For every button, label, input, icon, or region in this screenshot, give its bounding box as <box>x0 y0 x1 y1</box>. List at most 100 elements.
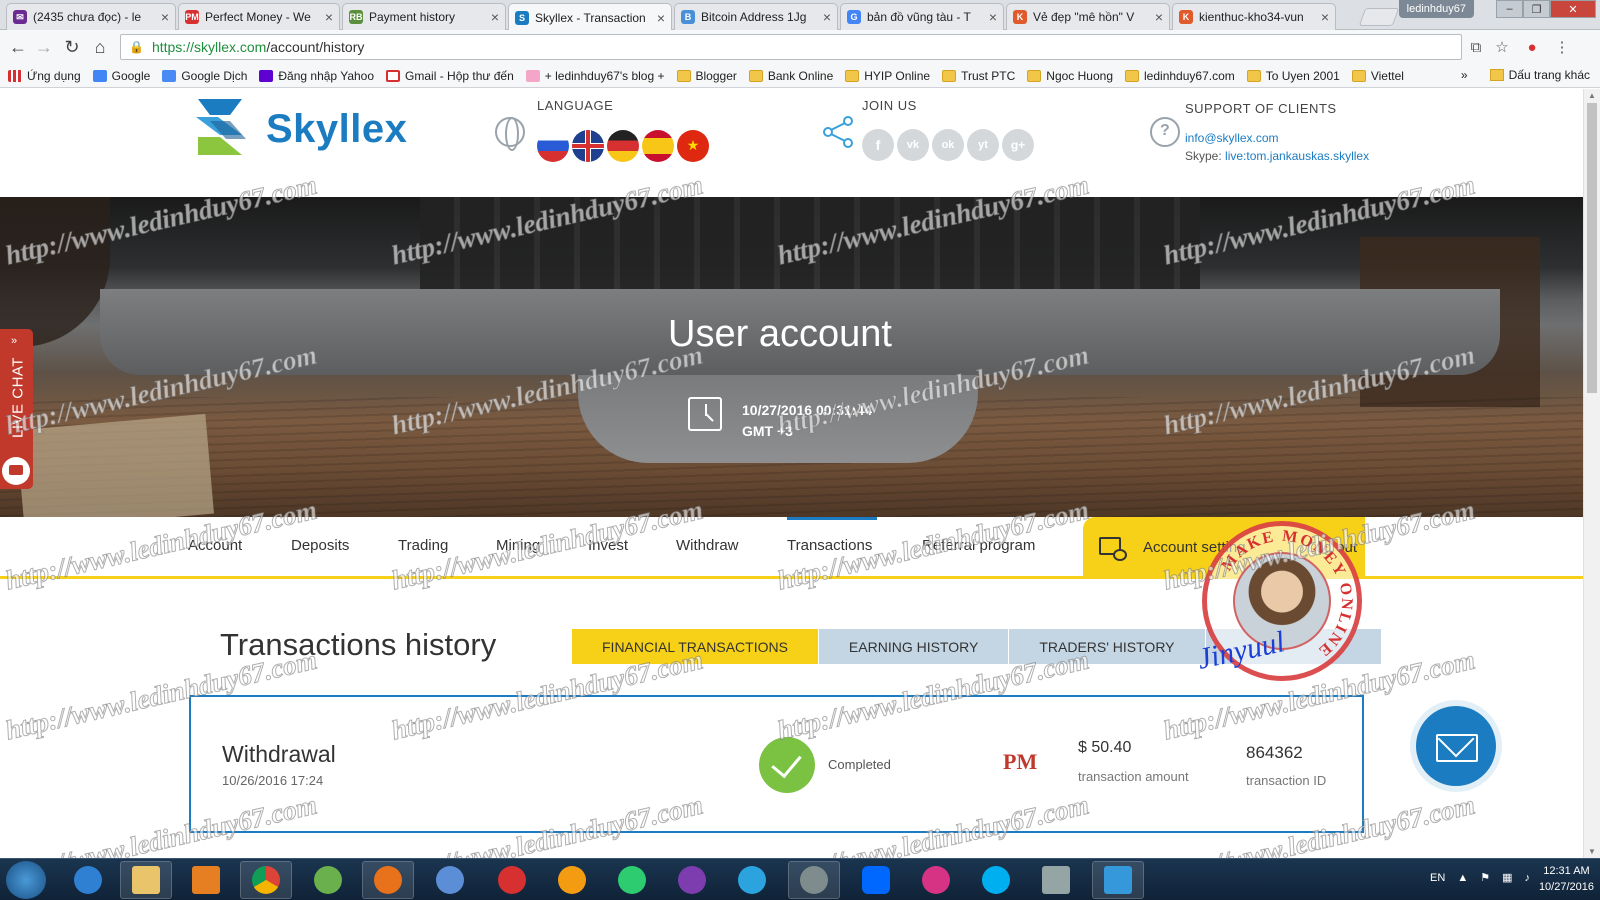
flag-spain-icon[interactable] <box>642 130 674 162</box>
new-tab-button[interactable] <box>1358 8 1400 26</box>
browser-tab[interactable]: ✉ (2435 chưa đọc) - le × <box>6 3 176 30</box>
maximize-button[interactable]: ❐ <box>1523 0 1550 18</box>
close-icon[interactable]: × <box>491 9 499 25</box>
page-scrollbar[interactable]: ▲ ▼ <box>1583 89 1600 858</box>
tab-financial-transactions[interactable]: FINANCIAL TRANSACTIONS <box>572 629 819 664</box>
close-icon[interactable]: × <box>325 9 333 25</box>
chromium-icon[interactable] <box>424 861 476 899</box>
bookmark-folder[interactable]: Blogger <box>676 69 737 83</box>
address-bar[interactable]: 🔒 https://skyllex.com /account/history <box>120 34 1462 60</box>
vk-icon[interactable]: vk <box>897 129 929 161</box>
bookmark-folder[interactable]: Bank Online <box>748 69 833 83</box>
menu-icon[interactable]: ⋮ <box>1552 37 1572 57</box>
flag-china-icon[interactable]: ★ <box>677 130 709 162</box>
nav-transactions[interactable]: Transactions <box>787 537 872 554</box>
recorder-icon[interactable] <box>788 861 840 899</box>
browser-tab-active[interactable]: S Skyllex - Transaction × <box>508 3 672 31</box>
star-icon[interactable]: ☆ <box>1492 37 1512 57</box>
minimize-button[interactable]: – <box>1496 0 1523 18</box>
close-icon[interactable]: × <box>1321 9 1329 25</box>
back-button[interactable]: ← <box>6 35 30 59</box>
contact-mail-button[interactable] <box>1416 706 1496 786</box>
bookmark-yahoo[interactable]: Đăng nhập Yahoo <box>259 69 374 83</box>
chrome-icon[interactable] <box>240 861 292 899</box>
flag-russia-icon[interactable] <box>537 130 569 162</box>
flag-uk-icon[interactable] <box>572 130 604 162</box>
scroll-down-icon[interactable]: ▼ <box>1588 847 1596 856</box>
close-window-button[interactable]: ✕ <box>1550 0 1596 18</box>
google-plus-icon[interactable]: g+ <box>1002 129 1034 161</box>
language-indicator[interactable]: EN <box>1430 872 1445 884</box>
close-icon[interactable]: × <box>1155 9 1163 25</box>
skype-icon[interactable] <box>970 861 1022 899</box>
browser-tab[interactable]: RB Payment history × <box>342 3 506 30</box>
start-button[interactable] <box>6 861 46 899</box>
other-bookmarks[interactable]: Dấu trang khác <box>1509 68 1590 82</box>
tab-traders-history[interactable]: TRADERS' HISTORY <box>1009 629 1206 664</box>
tab-earning-history[interactable]: EARNING HISTORY <box>818 629 1010 664</box>
close-icon[interactable]: × <box>657 10 665 26</box>
browser-tab[interactable]: B Bitcoin Address 1Jg × <box>674 3 838 30</box>
nav-referral-program[interactable]: Referral program <box>922 537 1035 554</box>
nav-trading[interactable]: Trading <box>398 537 448 554</box>
opera-icon[interactable] <box>486 861 538 899</box>
taskbar-clock[interactable]: 12:31 AM 10/27/2016 <box>1539 863 1594 895</box>
ie-icon[interactable] <box>62 861 114 899</box>
scroll-up-icon[interactable]: ▲ <box>1588 91 1596 100</box>
telegram-icon[interactable] <box>726 861 778 899</box>
icq-icon[interactable] <box>606 861 658 899</box>
nav-withdraw[interactable]: Withdraw <box>676 537 739 554</box>
network-icon[interactable]: ▦ <box>1502 871 1512 884</box>
explorer-icon[interactable] <box>120 861 172 899</box>
firefox-icon[interactable] <box>362 861 414 899</box>
bookmark-folder[interactable]: Trust PTC <box>942 69 1015 83</box>
browser-tab[interactable]: K kienthuc-kho34-vun × <box>1172 3 1336 30</box>
support-email-link[interactable]: info@skyllex.com <box>1185 131 1279 145</box>
nav-account[interactable]: Account <box>188 537 242 554</box>
bookmark-apps[interactable]: Ứng dụng <box>8 69 81 83</box>
bookmark-folder[interactable]: Viettel <box>1351 69 1404 83</box>
close-icon[interactable]: × <box>989 9 997 25</box>
odnoklassniki-icon[interactable]: ok <box>932 129 964 161</box>
bookmark-google[interactable]: Google <box>92 69 150 83</box>
bookmark-google-translate[interactable]: Google Dịch <box>162 69 247 83</box>
close-icon[interactable]: × <box>161 9 169 25</box>
calculator-icon[interactable] <box>1030 861 1082 899</box>
skyllex-logo[interactable]: Skyllex <box>190 95 407 163</box>
browser-tab[interactable]: K Vẻ đẹp "mê hồn" V × <box>1006 3 1170 30</box>
tray-expand-icon[interactable]: ▲ <box>1457 872 1468 884</box>
screenshot-icon[interactable] <box>1092 861 1144 899</box>
translate-icon[interactable]: ⧉ <box>1466 37 1486 57</box>
orange-app-icon[interactable] <box>546 861 598 899</box>
browser-tab[interactable]: G bản đồ vũng tàu - T × <box>840 3 1004 30</box>
browser-tab[interactable]: PM Perfect Money - We × <box>178 3 340 30</box>
scrollbar-thumb[interactable] <box>1587 103 1597 393</box>
reload-button[interactable]: ↻ <box>60 35 84 59</box>
bookmark-folder[interactable]: ledinhduy67.com <box>1125 69 1235 83</box>
youtube-icon[interactable]: yt <box>967 129 999 161</box>
flag-germany-icon[interactable] <box>607 130 639 162</box>
bookmark-folder[interactable]: Ngoc Huong <box>1027 69 1113 83</box>
bookmark-gmail[interactable]: Gmail - Hộp thư đến <box>386 69 514 83</box>
bookmarks-more-button[interactable]: » <box>1461 68 1468 82</box>
zalo-icon[interactable] <box>850 861 902 899</box>
nav-mining[interactable]: Mining <box>496 537 540 554</box>
flag-icon[interactable]: ⚑ <box>1480 871 1490 884</box>
live-chat-button[interactable]: » LIVE CHAT <box>0 329 33 489</box>
bookmark-blog[interactable]: + ledinhduy67's blog + <box>525 69 665 83</box>
media-player-icon[interactable] <box>180 861 232 899</box>
transaction-row[interactable]: Withdrawal 10/26/2016 17:24 Completed PM… <box>189 695 1364 833</box>
skype-link[interactable]: live:tom.jankauskas.skyllex <box>1225 149 1369 163</box>
nav-deposits[interactable]: Deposits <box>291 537 349 554</box>
home-icon[interactable]: ⌂ <box>88 35 112 59</box>
pinterest-icon[interactable]: ● <box>1522 37 1542 57</box>
browser-user-badge[interactable]: ledinhduy67 <box>1398 0 1474 18</box>
close-icon[interactable]: × <box>823 9 831 25</box>
forward-button[interactable]: → <box>32 35 56 59</box>
bookmark-folder[interactable]: HYIP Online <box>845 69 930 83</box>
viber-icon[interactable] <box>666 861 718 899</box>
wallet-icon[interactable] <box>910 861 962 899</box>
bookmark-folder[interactable]: To Uyen 2001 <box>1246 69 1340 83</box>
nav-invest[interactable]: Invest <box>588 537 628 554</box>
facebook-icon[interactable]: f <box>862 129 894 161</box>
